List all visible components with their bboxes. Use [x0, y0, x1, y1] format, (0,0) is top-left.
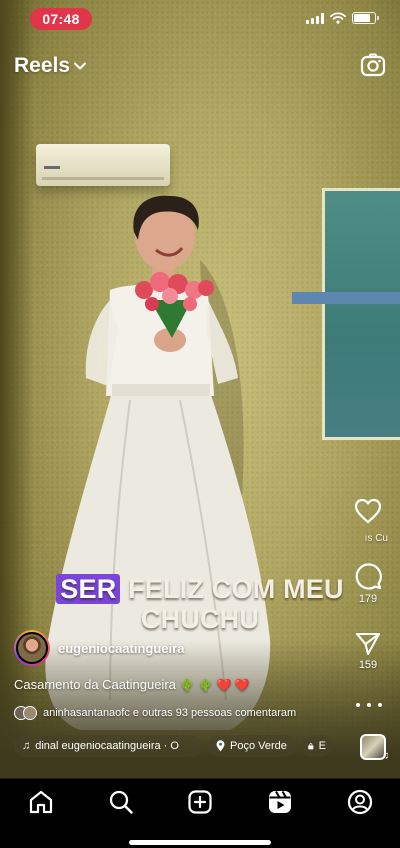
battery-icon [352, 12, 379, 24]
author-username[interactable]: eugeniocaatingueira [58, 641, 184, 656]
shop-chip[interactable]: E [302, 735, 332, 757]
search-icon[interactable] [108, 789, 134, 815]
comments-summary: aninhasantanaofc e outras 93 pessoas com… [43, 707, 297, 719]
music-note-icon: ♫ [22, 740, 31, 752]
heart-icon [354, 498, 382, 524]
status-time: 07:48 [30, 8, 92, 30]
profile-icon[interactable] [347, 789, 373, 815]
share-button[interactable]: 159 [350, 632, 386, 671]
comment-icon [355, 563, 382, 590]
bag-icon [308, 742, 314, 749]
more-icon[interactable] [356, 698, 382, 712]
home-indicator [129, 840, 271, 845]
home-icon[interactable] [28, 789, 54, 815]
comment-button[interactable]: 179 [350, 562, 386, 605]
overlay-text-rest: FELIZ COM MEU [128, 574, 344, 604]
like-button[interactable] [350, 498, 386, 524]
shares-count: 159 [358, 659, 378, 671]
reels-feed-selector[interactable]: Reels [14, 54, 87, 78]
chevron-down-icon [74, 62, 87, 70]
wifi-icon [330, 12, 346, 24]
commenter-avatars [14, 706, 37, 720]
info-chips: ♫ dinal eugeniocaatingueira · O Poço Ver… [14, 735, 332, 757]
location-chip-label: Poço Verde [230, 740, 287, 752]
caption-text: Casamento da Caatingueira [14, 677, 176, 692]
cellular-signal-icon [306, 12, 324, 24]
overlay-text-line-1: SER FELIZ COM MEU [0, 574, 400, 605]
shop-chip-label: E [318, 740, 326, 752]
audio-chip[interactable]: ♫ dinal eugeniocaatingueira · O [14, 735, 202, 757]
create-icon[interactable] [187, 789, 213, 815]
send-icon [355, 632, 381, 656]
music-note-icon: ♫ [380, 750, 389, 762]
audio-chip-label: dinal eugeniocaatingueira · O [35, 740, 179, 752]
reels-icon[interactable] [267, 789, 293, 815]
page-title: Reels [14, 54, 71, 77]
post-caption[interactable]: Casamento da Caatingueira 🌵 🌵 ❤️ ❤️ [14, 677, 250, 692]
comments-preview[interactable]: aninhasantanaofc e outras 93 pessoas com… [14, 706, 296, 720]
location-chip[interactable]: Poço Verde [208, 735, 296, 757]
author-row[interactable]: eugeniocaatingueira [14, 630, 184, 666]
overlay-highlight-word: SER [56, 574, 121, 604]
reels-screen: 07:48 Reels SER FELIZ COM MEU CHUCHU ıs … [0, 0, 400, 848]
comments-count: 179 [358, 593, 378, 605]
caption-emojis: 🌵 🌵 ❤️ ❤️ [179, 677, 250, 692]
bottom-nav [0, 778, 400, 848]
status-icons [306, 12, 379, 24]
location-pin-icon [216, 740, 225, 752]
camera-icon[interactable] [360, 52, 386, 78]
avatar[interactable] [14, 630, 50, 666]
likes-count: ıs Cu [361, 533, 388, 544]
